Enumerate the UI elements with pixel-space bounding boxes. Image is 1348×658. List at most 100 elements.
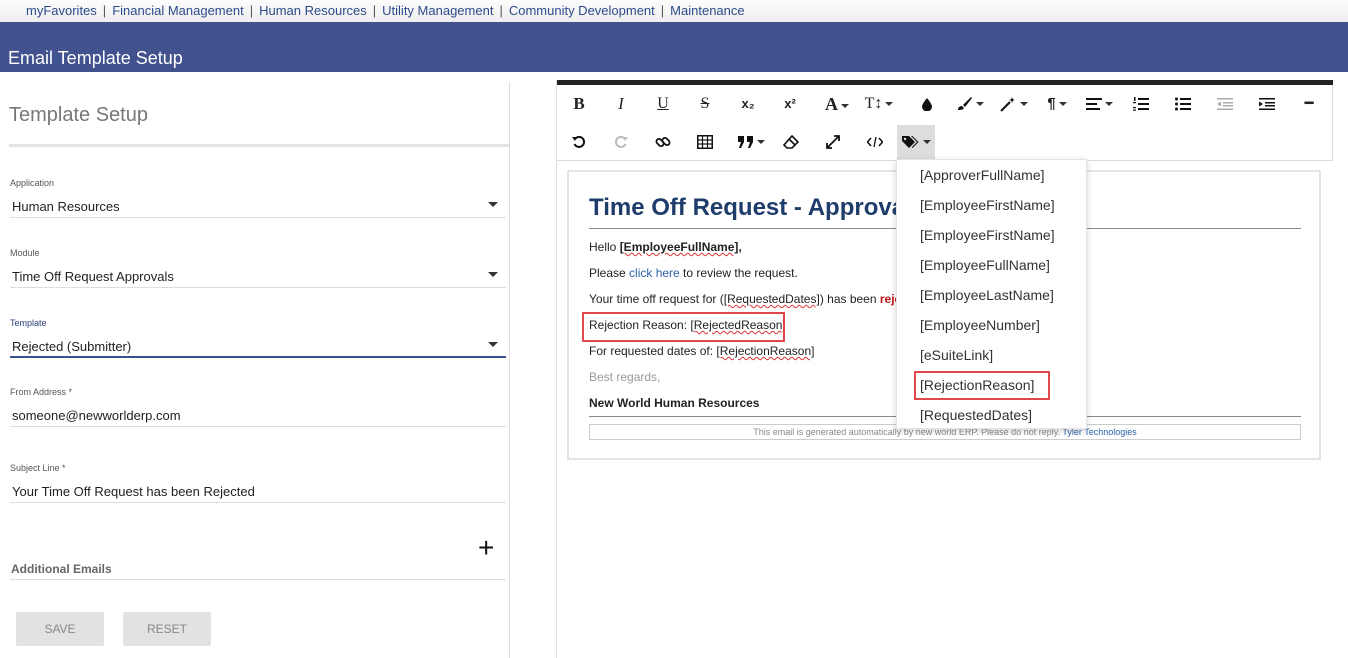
- requested-dates-tag: [RequestedDates]: [723, 292, 820, 306]
- greeting-line: Hello [EmployeeFullName],: [589, 240, 742, 254]
- application-select[interactable]: Application Human Resources: [10, 178, 506, 218]
- status-prefix: Your time off request for (: [589, 292, 724, 306]
- requested-dates-label: For requested dates of:: [589, 344, 717, 358]
- nav-separator: |: [660, 3, 665, 18]
- save-button[interactable]: SAVE: [16, 612, 104, 646]
- tags-icon: [901, 136, 918, 149]
- chevron-down-icon: [1104, 102, 1113, 107]
- nav-myfavorites[interactable]: myFavorites: [26, 3, 97, 18]
- from-address-label: From Address *: [10, 387, 73, 397]
- code-icon: [866, 136, 884, 148]
- paint-brush-button[interactable]: [951, 87, 987, 121]
- undo-icon: [572, 135, 586, 148]
- nav-financial-management[interactable]: Financial Management: [112, 3, 244, 18]
- template-setup-panel: Template Setup Application Human Resourc…: [0, 82, 510, 658]
- merge-field-esuite-link[interactable]: [eSuiteLink]: [920, 347, 993, 363]
- from-address-field[interactable]: From Address * someone@newworlderp.com: [10, 387, 506, 427]
- paragraph-format-button[interactable]: ¶: [1039, 87, 1075, 121]
- from-address-value[interactable]: someone@newworlderp.com: [10, 408, 506, 423]
- merge-fields-button[interactable]: [897, 125, 935, 159]
- status-mid: ) has been: [819, 292, 880, 306]
- subject-line-label: Subject Line *: [10, 463, 66, 473]
- merge-field-employee-first-name[interactable]: [EmployeeFirstName]: [920, 227, 1055, 243]
- application-value: Human Resources: [12, 199, 120, 214]
- module-select[interactable]: Module Time Off Request Approvals: [10, 248, 506, 288]
- chevron-down-icon[interactable]: [488, 202, 498, 207]
- nav-separator: |: [249, 3, 254, 18]
- nav-community-development[interactable]: Community Development: [509, 3, 655, 18]
- merge-field-approver-full-name[interactable]: [ApproverFullName]: [920, 167, 1045, 183]
- unordered-list-button[interactable]: [1169, 87, 1197, 121]
- horizontal-line-icon: ━: [1304, 95, 1314, 112]
- paragraph-icon: ¶: [1047, 95, 1056, 112]
- regards-line: Best regards,: [589, 370, 661, 384]
- subject-line-field[interactable]: Subject Line * Your Time Off Request has…: [10, 463, 506, 503]
- insert-link-button[interactable]: [649, 125, 677, 159]
- superscript-button[interactable]: x²: [775, 87, 805, 121]
- chevron-down-icon: [885, 102, 894, 107]
- bold-button[interactable]: B: [565, 87, 593, 121]
- merge-field-employee-number[interactable]: [EmployeeNumber]: [920, 317, 1040, 333]
- merge-field-requested-dates[interactable]: [RequestedDates]: [920, 407, 1032, 423]
- underline-button[interactable]: U: [649, 87, 677, 121]
- nav-separator: |: [499, 3, 503, 18]
- application-label: Application: [10, 178, 55, 188]
- nav-utility-management[interactable]: Utility Management: [382, 3, 493, 18]
- outdent-button[interactable]: [1211, 87, 1239, 121]
- expand-icon: [826, 135, 840, 149]
- ordered-list-button[interactable]: [1127, 87, 1155, 121]
- align-button[interactable]: [1081, 87, 1117, 121]
- module-value: Time Off Request Approvals: [12, 269, 174, 284]
- color-button[interactable]: [913, 87, 941, 121]
- top-nav: myFavorites | Financial Management | Human R…: [0, 0, 1348, 22]
- email-heading: Time Off Request - Approva: [589, 194, 906, 221]
- fullscreen-button[interactable]: [819, 125, 847, 159]
- add-email-button[interactable]: +: [478, 534, 494, 562]
- chevron-down-icon[interactable]: [488, 272, 498, 277]
- template-select[interactable]: Template Rejected (Submitter): [10, 318, 506, 358]
- italic-button[interactable]: I: [607, 87, 635, 121]
- magic-wand-button[interactable]: [995, 87, 1031, 121]
- chevron-down-icon: [975, 102, 984, 107]
- merge-field-employee-full-name[interactable]: [EmployeeFullName]: [920, 257, 1050, 273]
- template-value: Rejected (Submitter): [12, 339, 132, 354]
- subject-line-value[interactable]: Your Time Off Request has been Rejected: [10, 484, 506, 499]
- redo-icon: [614, 135, 628, 148]
- nav-separator: |: [102, 3, 107, 18]
- status-line: Your time off request for ([RequestedDat…: [589, 292, 901, 306]
- ordered-list-icon: [1133, 97, 1149, 111]
- chevron-down-icon: [841, 104, 849, 109]
- strikethrough-button[interactable]: S: [691, 87, 719, 121]
- nav-maintenance[interactable]: Maintenance: [670, 3, 744, 18]
- font-size-button[interactable]: T↕: [861, 87, 897, 121]
- clear-formatting-button[interactable]: [777, 125, 805, 159]
- paint-brush-icon: [957, 97, 972, 111]
- subscript-button[interactable]: x₂: [733, 87, 763, 121]
- link-icon: [655, 137, 671, 147]
- click-here-link[interactable]: click here: [629, 266, 680, 280]
- indent-button[interactable]: [1253, 87, 1281, 121]
- merge-fields-dropdown: [ApproverFullName] [EmployeeFirstName] […: [896, 159, 1087, 429]
- horizontal-line-button[interactable]: ━: [1295, 87, 1323, 121]
- redo-button[interactable]: [607, 125, 635, 159]
- merge-field-employee-last-name[interactable]: [EmployeeLastName]: [920, 287, 1054, 303]
- merge-field-employee-first-name[interactable]: [EmployeeFirstName]: [920, 197, 1055, 213]
- outdent-icon: [1217, 98, 1233, 111]
- chevron-down-icon[interactable]: [488, 342, 498, 347]
- insert-table-button[interactable]: [691, 125, 719, 159]
- template-label: Template: [10, 318, 47, 328]
- nav-human-resources[interactable]: Human Resources: [259, 3, 367, 18]
- page-header: Email Template Setup: [0, 22, 1348, 72]
- undo-button[interactable]: [565, 125, 593, 159]
- field-underline: [10, 217, 506, 218]
- field-underline-active: [10, 356, 506, 358]
- code-view-button[interactable]: [861, 125, 889, 159]
- module-label: Module: [10, 248, 40, 258]
- rejection-reason-tag: [RejectionReason]: [716, 344, 815, 358]
- quote-button[interactable]: [733, 125, 769, 159]
- greeting-suffix: ,: [738, 240, 742, 254]
- chevron-down-icon: [756, 140, 765, 145]
- font-family-button[interactable]: A: [819, 87, 855, 121]
- reset-button[interactable]: RESET: [123, 612, 211, 646]
- highlight-box: [914, 371, 1050, 400]
